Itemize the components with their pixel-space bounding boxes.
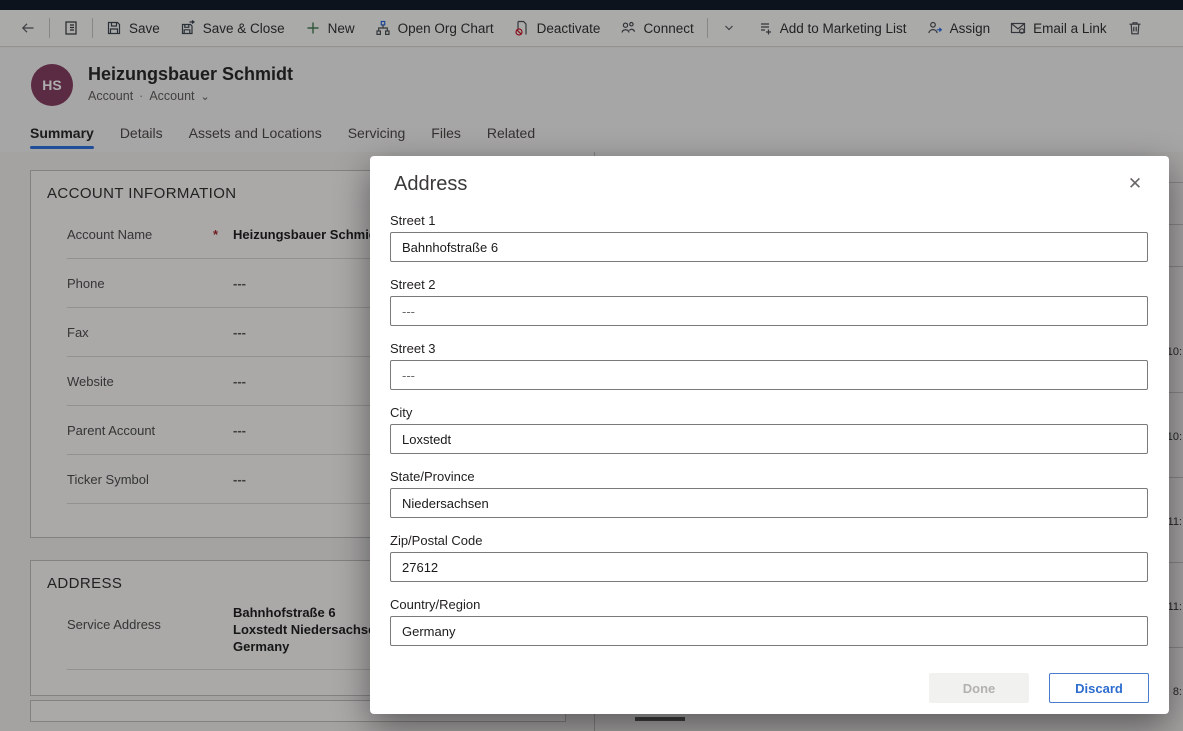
field-group-city: City bbox=[390, 405, 1148, 454]
country-label: Country/Region bbox=[390, 597, 1148, 612]
state-label: State/Province bbox=[390, 469, 1148, 484]
zip-input[interactable] bbox=[390, 552, 1148, 582]
field-group-country: Country/Region bbox=[390, 597, 1148, 646]
dialog-fields: Street 1 Street 2 Street 3 City State/Pr… bbox=[390, 213, 1148, 661]
field-group-street1: Street 1 bbox=[390, 213, 1148, 262]
street1-input[interactable] bbox=[390, 232, 1148, 262]
street2-input[interactable] bbox=[390, 296, 1148, 326]
city-input[interactable] bbox=[390, 424, 1148, 454]
done-button[interactable]: Done bbox=[929, 673, 1029, 703]
dialog-title: Address bbox=[394, 173, 467, 196]
city-label: City bbox=[390, 405, 1148, 420]
field-group-street3: Street 3 bbox=[390, 341, 1148, 390]
state-input[interactable] bbox=[390, 488, 1148, 518]
field-group-street2: Street 2 bbox=[390, 277, 1148, 326]
dialog-footer: Done Discard bbox=[929, 673, 1149, 703]
close-icon[interactable]: ✕ bbox=[1123, 172, 1147, 196]
street2-label: Street 2 bbox=[390, 277, 1148, 292]
street1-label: Street 1 bbox=[390, 213, 1148, 228]
discard-button[interactable]: Discard bbox=[1049, 673, 1149, 703]
street3-input[interactable] bbox=[390, 360, 1148, 390]
street3-label: Street 3 bbox=[390, 341, 1148, 356]
address-dialog: Address ✕ Street 1 Street 2 Street 3 Cit… bbox=[370, 156, 1169, 714]
app-window: Save Save & Close New Open Org Chart Dea… bbox=[0, 0, 1183, 731]
zip-label: Zip/Postal Code bbox=[390, 533, 1148, 548]
country-input[interactable] bbox=[390, 616, 1148, 646]
field-group-state: State/Province bbox=[390, 469, 1148, 518]
field-group-zip: Zip/Postal Code bbox=[390, 533, 1148, 582]
